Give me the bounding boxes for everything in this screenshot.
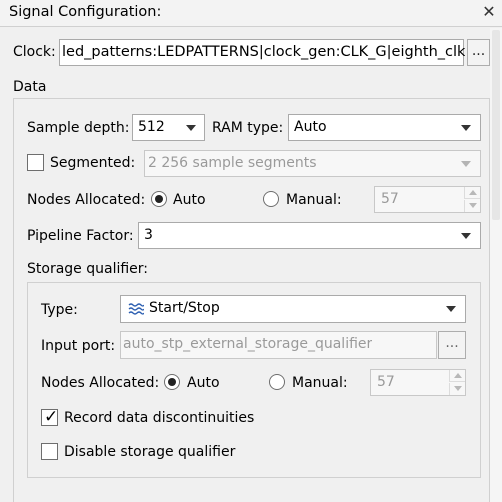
clock-value: led_patterns:LEDPATTERNS|clock_gen:CLK_G… (62, 44, 466, 60)
data-group-title: Data (13, 79, 47, 95)
sq-nodes-auto-radio[interactable] (164, 374, 180, 390)
input-port-field[interactable]: auto_stp_external_storage_qualifier (120, 331, 437, 359)
disable-qualifier-label: Disable storage qualifier (64, 444, 236, 460)
nodes-allocated-label: Nodes Allocated: (27, 192, 146, 208)
start-stop-icon (128, 302, 145, 316)
sq-nodes-auto-label: Auto (187, 375, 220, 391)
clock-input[interactable]: led_patterns:LEDPATTERNS|clock_gen:CLK_G… (59, 39, 466, 66)
input-port-browse-button[interactable]: ... (438, 331, 466, 359)
nodes-manual-value: 57 (381, 191, 399, 207)
chevron-down-icon (461, 233, 471, 239)
nodes-manual-radio[interactable] (263, 191, 279, 207)
sq-nodes-manual-value: 57 (377, 374, 395, 390)
record-discontinuities-checkbox[interactable]: ✓ (41, 407, 59, 427)
spin-up-icon (454, 373, 462, 378)
storage-qualifier-title: Storage qualifier: (27, 261, 149, 277)
clock-browse-button[interactable]: ... (467, 39, 490, 66)
chevron-down-icon (186, 125, 196, 131)
scrollbar-thumb[interactable] (492, 30, 500, 220)
storage-type-value: Start/Stop (149, 300, 220, 316)
panel-title: Signal Configuration: (9, 4, 162, 20)
record-discontinuities-label: Record data discontinuities (64, 410, 255, 426)
sample-depth-label: Sample depth: (27, 120, 130, 136)
checkmark-icon: ✓ (44, 407, 59, 427)
sq-nodes-manual-radio[interactable] (269, 374, 285, 390)
spin-down-button[interactable] (449, 383, 465, 395)
segmented-checkbox[interactable] (27, 154, 44, 171)
ram-type-label: RAM type: (212, 120, 284, 136)
input-port-label: Input port: (41, 338, 116, 354)
sq-nodes-manual-label: Manual: (292, 375, 348, 391)
spin-up-button[interactable] (449, 370, 465, 382)
storage-type-select[interactable]: Start/Stop (120, 295, 466, 323)
spin-up-button[interactable] (464, 187, 480, 199)
sample-depth-value: 512 (138, 119, 165, 135)
nodes-auto-label: Auto (173, 192, 206, 208)
pipeline-factor-label: Pipeline Factor: (27, 228, 134, 244)
spin-down-icon (469, 203, 477, 208)
close-icon[interactable]: ✕ (480, 2, 498, 22)
storage-type-label: Type: (41, 302, 78, 318)
sq-nodes-manual-spinbox[interactable]: 57 (370, 369, 466, 396)
chevron-down-icon (461, 125, 471, 131)
segmented-value: 2 256 sample segments (148, 155, 317, 171)
radio-selected-dot (155, 195, 163, 203)
disable-qualifier-checkbox[interactable] (41, 443, 58, 460)
sample-depth-select[interactable]: 512 (132, 114, 205, 141)
spin-down-icon (454, 386, 462, 391)
segmented-label: Segmented: (50, 155, 136, 171)
pipeline-factor-value: 3 (144, 227, 153, 243)
radio-selected-dot (168, 378, 176, 386)
segmented-select[interactable]: 2 256 sample segments (144, 150, 481, 177)
ram-type-value: Auto (294, 119, 327, 135)
nodes-manual-label: Manual: (286, 192, 342, 208)
nodes-manual-spinbox[interactable]: 57 (374, 186, 481, 213)
nodes-auto-radio[interactable] (151, 191, 167, 207)
input-port-value: auto_stp_external_storage_qualifier (123, 336, 373, 352)
clock-label: Clock: (13, 44, 56, 60)
spin-up-icon (469, 190, 477, 195)
chevron-down-icon (446, 306, 456, 312)
ram-type-select[interactable]: Auto (288, 114, 481, 141)
spin-down-button[interactable] (464, 200, 480, 212)
sq-nodes-allocated-label: Nodes Allocated: (41, 375, 160, 391)
chevron-down-icon (461, 161, 471, 167)
pipeline-factor-select[interactable]: 3 (138, 222, 481, 249)
